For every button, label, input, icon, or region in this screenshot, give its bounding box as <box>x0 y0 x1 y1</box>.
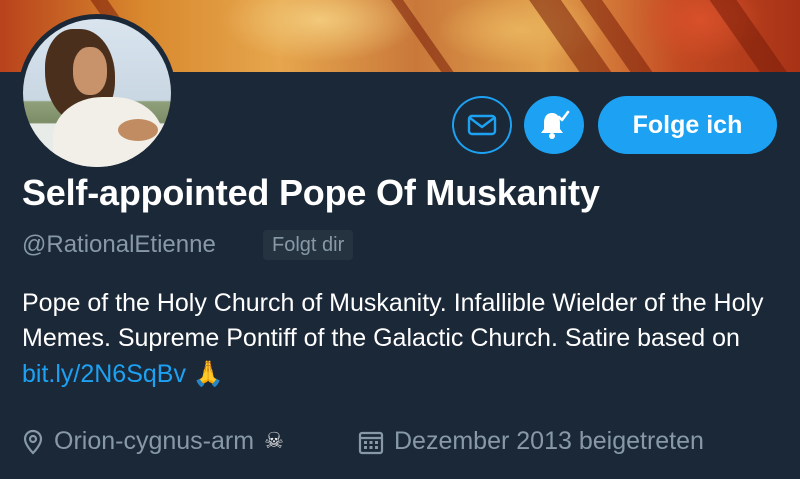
skull-crossbones-emoji: ☠ <box>264 429 284 454</box>
join-date-text: Dezember 2013 beigetreten <box>394 427 704 455</box>
join-date: Dezember 2013 beigetreten <box>358 427 704 456</box>
profile-bio: Pope of the Holy Church of Muskanity. In… <box>22 286 782 392</box>
calendar-icon <box>358 431 384 454</box>
location-text: Orion-cygnus-arm <box>54 427 255 455</box>
bell-icon <box>541 110 570 139</box>
location-pin-icon <box>23 429 43 455</box>
message-button[interactable] <box>452 96 512 154</box>
display-name: Self-appointed Pope Of Muskanity <box>22 172 600 213</box>
user-handle: @RationalEtienne <box>22 231 216 258</box>
notifications-button[interactable] <box>524 96 584 154</box>
mail-icon <box>467 114 497 136</box>
bio-link[interactable]: bit.ly/2N6SqBv <box>22 360 186 388</box>
pray-emoji: 🙏 <box>192 359 225 388</box>
avatar[interactable] <box>18 14 176 172</box>
bio-text: Pope of the Holy Church of Muskanity. In… <box>22 289 764 352</box>
location: Orion-cygnus-arm ☠ <box>22 427 284 456</box>
follows-you-badge: Folgt dir <box>263 230 354 260</box>
following-button[interactable]: Folge ich <box>598 96 777 154</box>
